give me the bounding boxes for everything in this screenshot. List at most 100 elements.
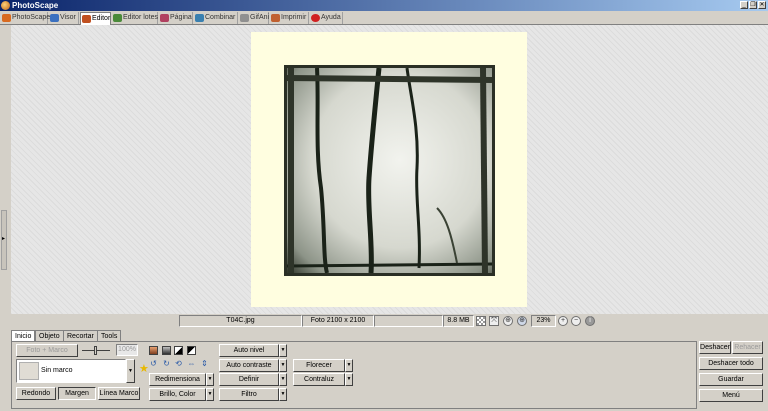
grayscale-swatch-icon[interactable] [162, 346, 171, 355]
tab-ayuda[interactable]: Ayuda [310, 12, 343, 24]
zoom-icon[interactable]: ⊕ [517, 316, 527, 326]
editor-icon [82, 15, 91, 23]
tab-editor[interactable]: Editor [80, 12, 111, 25]
status-filename: T04C.jpg [179, 315, 302, 327]
status-bar: T04C.jpg Foto 2100 x 2100 8.8 MB ⤧ ⊕ ⊕ 2… [0, 314, 768, 328]
sharpen-button[interactable]: Definir [219, 373, 279, 386]
page-icon [160, 14, 169, 22]
filter-button[interactable]: Filtro [219, 388, 279, 401]
tab-label: Combinar [205, 14, 236, 21]
title-bar: PhotoScape _ ❐ ✕ [0, 0, 768, 11]
editor-canvas[interactable] [11, 25, 768, 314]
resize-button[interactable]: Redimensiona [149, 373, 206, 386]
zoom-out-icon[interactable]: − [571, 316, 581, 326]
tab-label: Visor [60, 14, 76, 21]
photoscape-icon [2, 14, 11, 22]
auto-contrast-button[interactable]: Auto contraste [219, 359, 279, 372]
batch-editor-icon [113, 14, 122, 22]
tab-pagina[interactable]: Página [159, 12, 193, 24]
status-filesize: 8.8 MB [443, 315, 474, 327]
app-logo-icon [1, 1, 10, 10]
frame-select[interactable]: Sin marco [16, 359, 126, 383]
status-dimensions: Foto 2100 x 2100 [302, 315, 374, 327]
zoom-in-icon[interactable]: + [558, 316, 568, 326]
redo-button[interactable]: Rehacer [732, 341, 763, 354]
tools-panel: Inicio Objeto Recortar Tools Foto + Marc… [0, 328, 768, 411]
gifani-icon [240, 14, 249, 22]
backlight-dropdown[interactable]: ▼ [345, 373, 353, 386]
frame-percent: 100% [116, 344, 138, 356]
menu-button[interactable]: Menú [699, 389, 763, 402]
action-panel: Deshacer Rehacer Deshacer todo Guardar M… [699, 341, 764, 405]
margin-button[interactable]: Margen [58, 387, 96, 400]
auto-level-dropdown[interactable]: ▼ [279, 344, 287, 357]
minimize-button[interactable]: _ [740, 1, 748, 9]
tab-imprimir[interactable]: Imprimir [270, 12, 309, 24]
frame-dropdown-button[interactable]: ▼ [126, 359, 135, 383]
undo-button[interactable]: Deshacer [699, 341, 731, 354]
chevron-right-icon: ▸ [2, 236, 6, 242]
combine-icon [195, 14, 204, 22]
print-icon [271, 14, 280, 22]
tab-editor-lotes[interactable]: Editor lotes [112, 12, 158, 24]
frame-thumbnail [19, 362, 39, 380]
tab-label: Editor [92, 15, 111, 22]
tab-visor[interactable]: Visor [49, 12, 79, 24]
tab-combinar[interactable]: Combinar [194, 12, 238, 24]
zoom-fit-icon[interactable]: ⊕ [503, 316, 513, 326]
tab-label: Editor lotes [123, 14, 159, 21]
brightness-dropdown[interactable]: ▼ [206, 388, 214, 401]
viewer-icon [50, 14, 59, 22]
restore-button[interactable]: ❐ [749, 1, 757, 9]
negative-swatch-icon[interactable] [187, 346, 196, 355]
star-icon[interactable]: ★ [139, 362, 149, 375]
module-tab-bar: PhotoScape Visor Editor Editor lotes Pág… [0, 11, 768, 25]
frame-line-button[interactable]: Línea Marco [98, 387, 140, 400]
auto-contrast-dropdown[interactable]: ▼ [279, 359, 287, 372]
frame-name: Sin marco [41, 367, 73, 374]
photo-preview[interactable] [284, 65, 495, 276]
rotate-left-icon[interactable]: ↺ [149, 359, 158, 368]
tab-label: GifAni [250, 14, 270, 21]
sepia-swatch-icon[interactable] [149, 346, 158, 355]
close-button[interactable]: ✕ [758, 1, 766, 9]
tab-label: Ayuda [321, 14, 341, 21]
info-icon[interactable]: i [585, 316, 595, 326]
sidebar-toggle-handle[interactable]: ▸ [1, 210, 7, 270]
undo-all-button[interactable]: Deshacer todo [699, 357, 763, 370]
photo-frame-background [251, 32, 527, 307]
fit-icon[interactable]: ⤧ [489, 316, 499, 326]
bloom-dropdown[interactable]: ▼ [345, 359, 353, 372]
checker-icon[interactable] [476, 316, 486, 326]
rotate-free-icon[interactable]: ⟲ [174, 359, 183, 368]
bw-swatch-icon[interactable] [174, 346, 183, 355]
filter-dropdown[interactable]: ▼ [279, 388, 287, 401]
slider-thumb[interactable] [94, 346, 97, 355]
flip-horizontal-icon[interactable]: ⇔ [187, 359, 196, 368]
save-button[interactable]: Guardar [699, 373, 763, 386]
side-strip: ▸ [0, 25, 11, 314]
bloom-button[interactable]: Florecer [293, 359, 345, 372]
brightness-color-button[interactable]: Brillo, Color [149, 388, 206, 401]
status-zoom: 23% [531, 315, 556, 327]
status-blank [374, 315, 443, 327]
tab-label: PhotoScape [12, 14, 51, 21]
chevron-down-icon: ▼ [128, 368, 133, 374]
home-panel: Foto + Marco 100% Sin marco ▼ ★ Redondo … [11, 341, 697, 409]
rotate-right-icon[interactable]: ↻ [162, 359, 171, 368]
sharpen-dropdown[interactable]: ▼ [279, 373, 287, 386]
resize-dropdown[interactable]: ▼ [206, 373, 214, 386]
rounded-button[interactable]: Redondo [16, 387, 56, 400]
help-icon [311, 14, 320, 22]
tab-photoscape[interactable]: PhotoScape [1, 12, 51, 24]
cracked-wall-image [287, 68, 492, 273]
backlight-button[interactable]: Contraluz [293, 373, 345, 386]
tab-label: Imprimir [281, 14, 307, 21]
photo-frame-button[interactable]: Foto + Marco [16, 344, 78, 357]
window-title: PhotoScape [12, 1, 59, 10]
frame-slider[interactable] [82, 346, 110, 355]
flip-vertical-icon[interactable]: ⇕ [200, 359, 209, 368]
auto-level-button[interactable]: Auto nivel [219, 344, 279, 357]
tab-label: Página [170, 14, 192, 21]
tab-gifani[interactable]: GifAni [239, 12, 269, 24]
